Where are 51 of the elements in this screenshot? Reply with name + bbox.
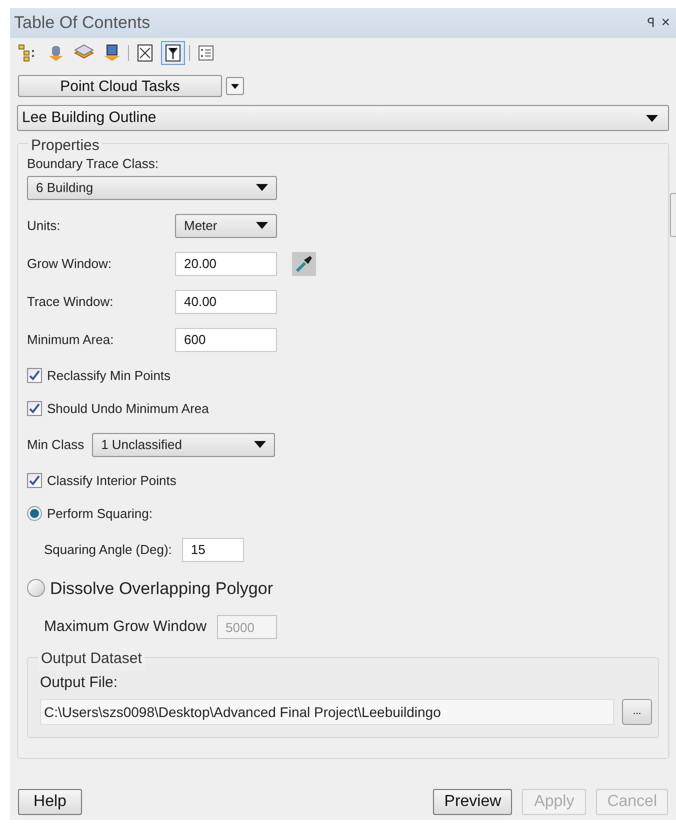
dialog-button[interactable]: Help [18,789,82,815]
input-field[interactable]: 20.00 [175,252,277,276]
task-dropdown[interactable]: Lee Building Outline [17,105,669,131]
window-title: Table Of Contents [14,12,150,34]
dropdown[interactable]: 1 Unclassified [92,432,276,456]
field-label: Grow Window: [27,254,113,273]
browse-button[interactable]: ... [622,698,652,724]
input-field[interactable]: 15 [182,538,244,562]
field-label: Units: [27,216,62,235]
document-icon [136,44,154,62]
dropdown-value: Meter [184,216,218,235]
pin-button[interactable]: ꟼ [647,12,656,34]
tasks-button[interactable]: Point Cloud Tasks [18,75,222,97]
radio-button[interactable]: Perform Squaring: [27,504,659,524]
eyedropper-button[interactable] [292,252,316,276]
dropdown[interactable]: Meter [175,214,277,238]
output-file-field[interactable]: C:\Users\szs0098\Desktop\Advanced Final Project\Leebuildingo [40,698,614,724]
dropdown-value: 1 Unclassified [101,436,182,454]
field-label: Min Class [27,436,84,454]
field-label: Minimum Area: [27,330,115,349]
eyedropper-icon [295,254,313,272]
dropdown-value: 6 Building [36,178,94,197]
checkbox[interactable]: Classify Interior Points [27,470,659,490]
source-icon [102,44,122,62]
caret-icon [646,114,658,122]
field-label: Trace Window: [27,292,114,311]
field-label: Output File: [40,673,119,693]
radio-button[interactable]: Dissolve Overlapping Polygor [27,576,659,601]
check-icon [29,370,40,381]
checkbox[interactable]: Should Undo Minimum Area [27,399,659,418]
caret-icon [256,222,268,229]
caret-icon [254,441,266,448]
list-icon [198,45,214,61]
tasks-menu-button[interactable] [226,77,244,95]
check-icon [29,474,40,486]
field-label: Squaring Angle (Deg): [44,540,172,559]
caret-icon [231,84,239,88]
close-button[interactable]: × [661,12,670,34]
document-icon [164,44,182,62]
dropdown-value: Lee Building Outline [22,108,156,128]
database-icon [47,44,65,62]
input-field[interactable]: 600 [175,328,277,352]
toolbar-button[interactable] [161,41,185,65]
field-label: Maximum Grow Window [44,616,207,637]
check-icon [29,403,40,414]
dialog-button[interactable]: Preview [433,789,512,815]
input-field[interactable]: 40.00 [175,290,277,314]
caret-icon [256,184,268,191]
field-label: Boundary Trace Class: [27,155,160,173]
checkbox[interactable]: Reclassify Min Points [27,366,659,385]
dropdown[interactable]: 6 Building [27,176,277,200]
